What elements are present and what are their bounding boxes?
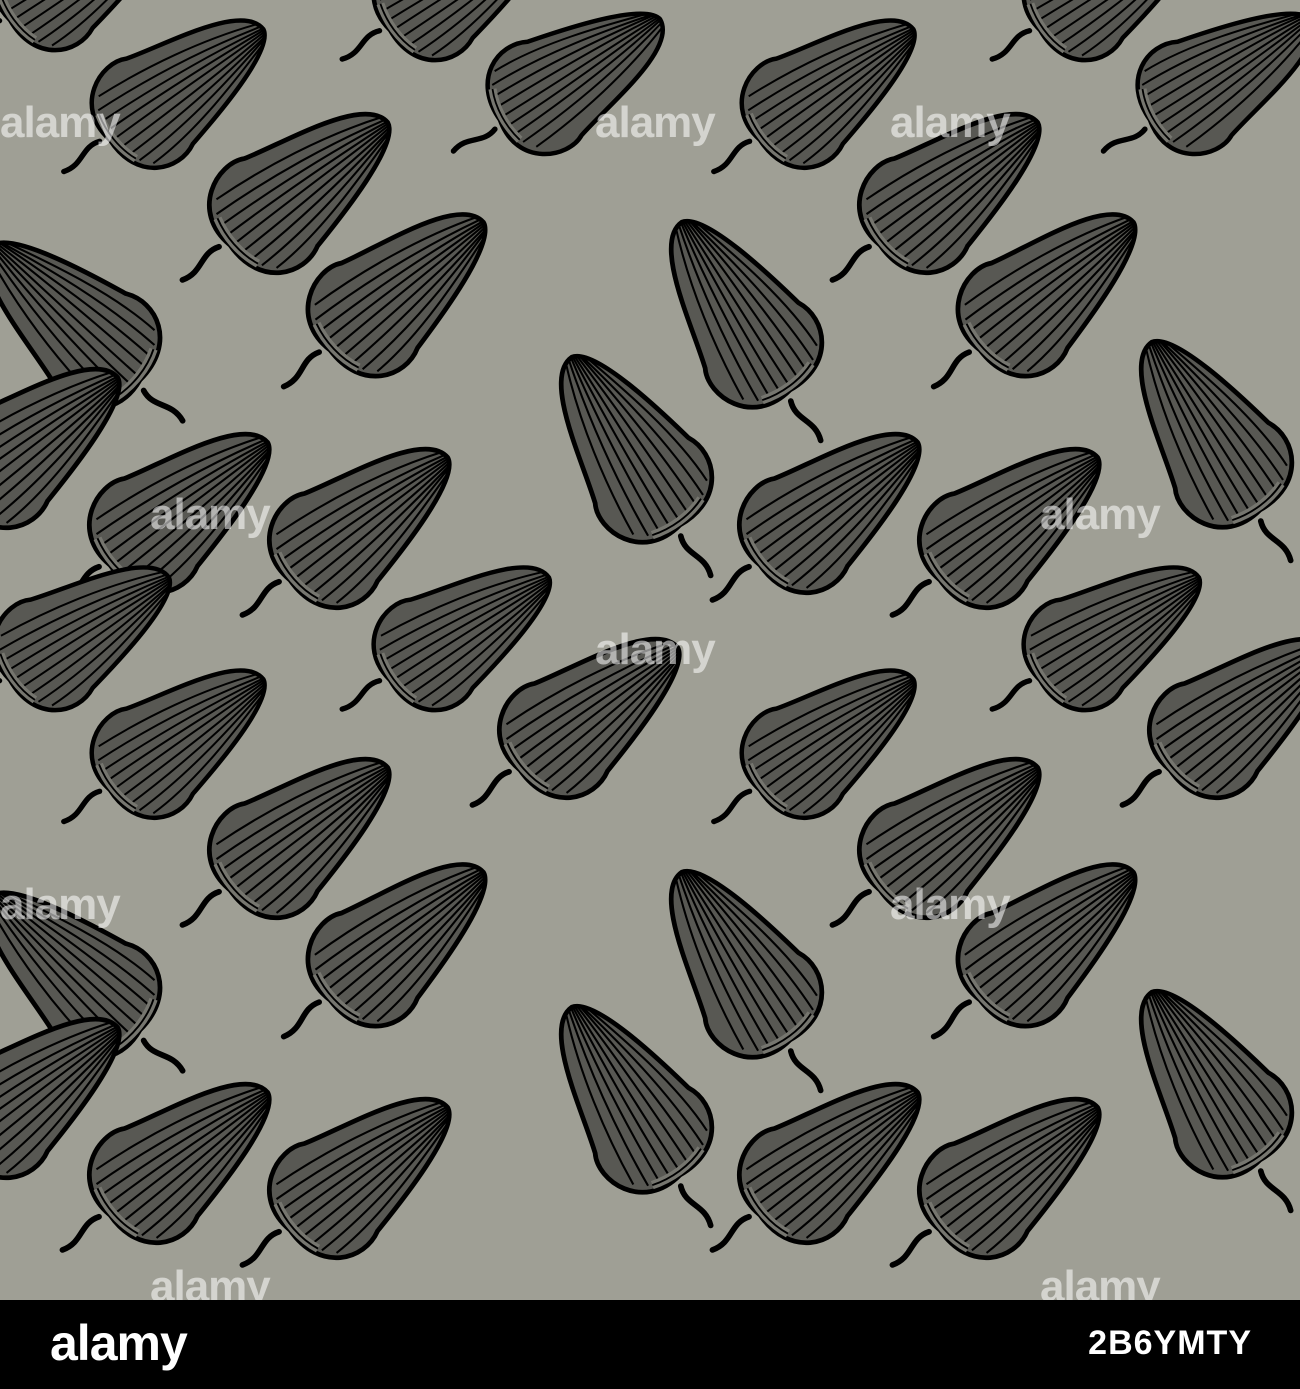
image-id: 2B6YMTY (1088, 1324, 1252, 1362)
stock-image: alamy alamy alamy alamy alamy alamy alam… (0, 0, 1300, 1389)
footer-bar: alamy 2B6YMTY (0, 1300, 1300, 1389)
alamy-logo: alamy (50, 1315, 188, 1371)
pepper-pattern (0, 0, 1300, 1300)
